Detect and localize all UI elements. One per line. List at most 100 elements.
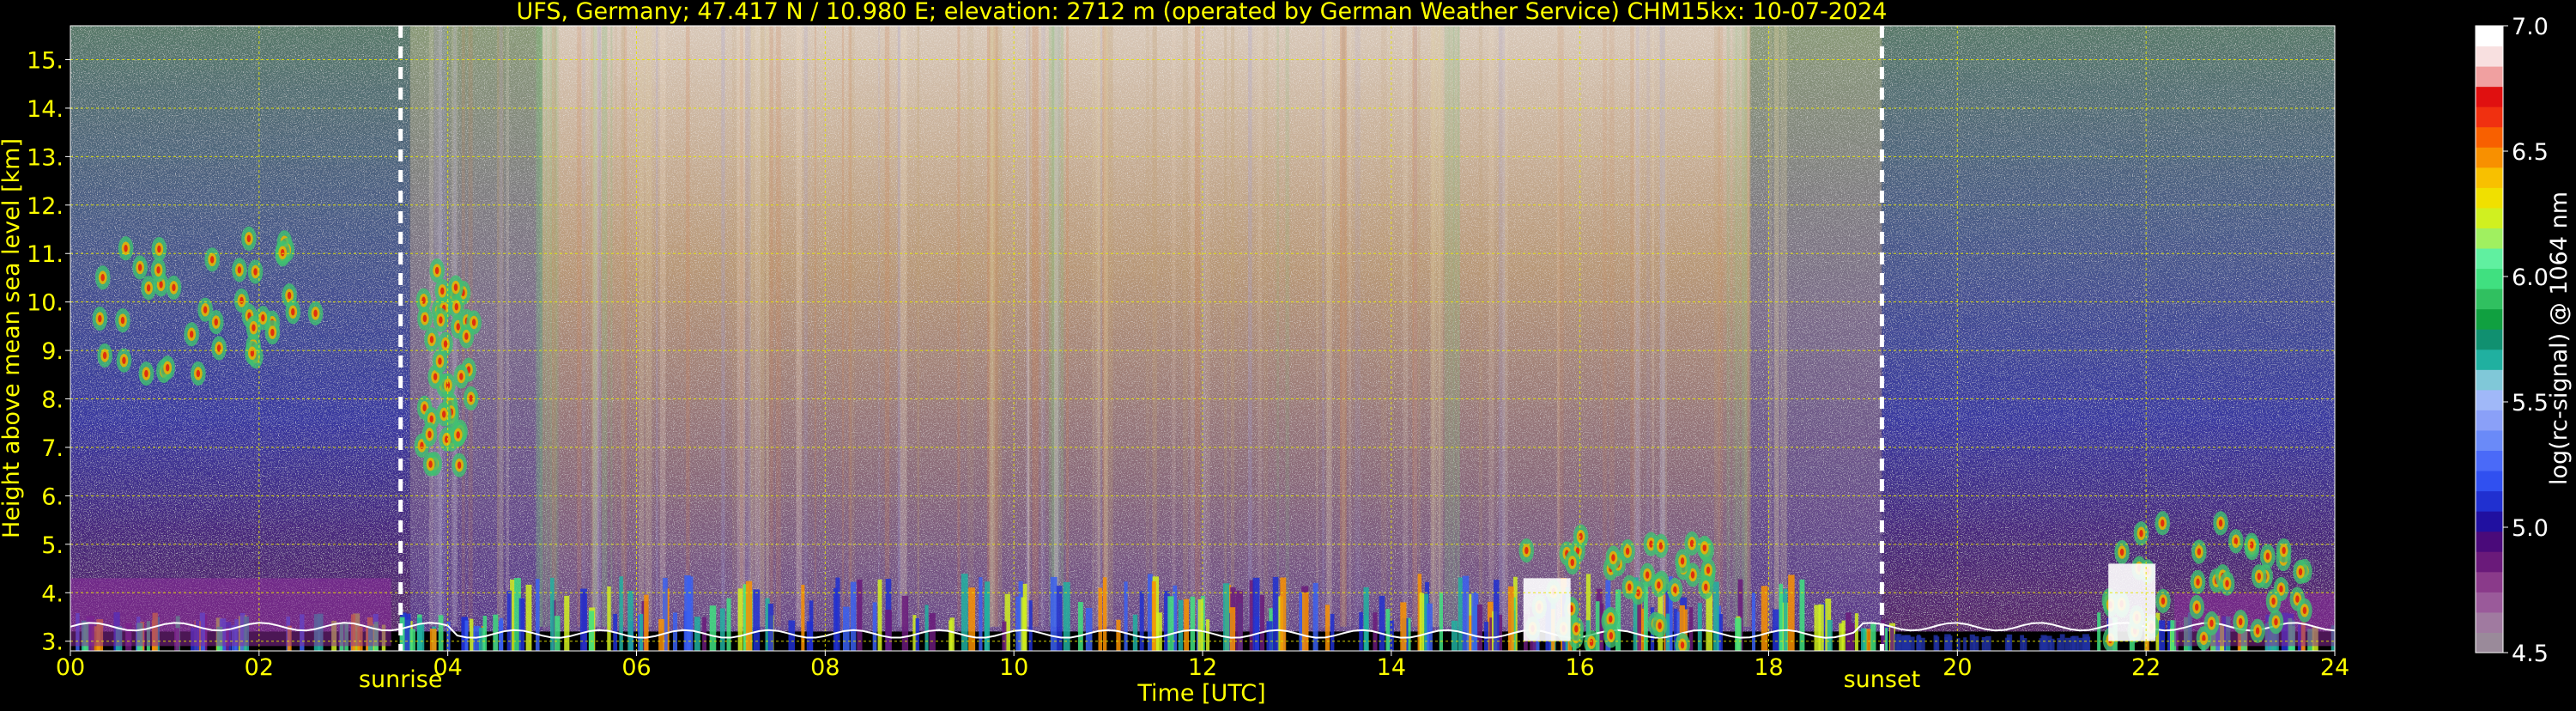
boundary-layer-column (809, 600, 814, 651)
colorbar-swatch (2476, 611, 2503, 633)
cloud-peak (469, 394, 473, 403)
boundary-layer-column (1712, 581, 1719, 651)
signal-streak (659, 26, 666, 627)
signal-streak (957, 26, 961, 627)
signal-streak (1194, 26, 1201, 627)
boundary-layer-column (1439, 592, 1443, 651)
colorbar-swatch (2476, 289, 2503, 310)
x-tick-label: 10 (999, 654, 1028, 681)
signal-streak (1418, 26, 1421, 627)
signal-streak (1438, 26, 1444, 627)
signal-streak (841, 26, 845, 627)
signal-streak (1203, 26, 1210, 627)
cloud-peak (1609, 632, 1614, 640)
boundary-layer-column (694, 617, 700, 651)
cloud-peak (2161, 520, 2165, 527)
x-tick-label: 16 (1565, 654, 1594, 681)
signal-streak (1097, 26, 1100, 627)
boundary-layer-column (1846, 612, 1852, 651)
signal-streak (582, 26, 586, 627)
x-tick-label: 24 (2320, 654, 2349, 681)
signal-streak (1735, 26, 1741, 627)
colorbar-tick-label: 4.5 (2512, 641, 2549, 667)
cloud-peak (137, 264, 142, 271)
boundary-layer-column (1222, 583, 1230, 651)
boundary-layer-column (1385, 608, 1391, 651)
signal-streak (1145, 26, 1149, 627)
boundary-layer-column (550, 577, 555, 651)
boundary-layer-column (901, 595, 909, 651)
signal-streak (545, 26, 549, 627)
cloud-peak (1680, 557, 1685, 565)
boundary-layer-column (684, 575, 691, 651)
cloud-peak (270, 328, 275, 337)
cloud-peak (2139, 530, 2143, 538)
cloud-peak (102, 351, 107, 360)
signal-streak (995, 26, 1003, 627)
signal-streak (1718, 26, 1724, 627)
y-axis: 3. 4. 5. 6. 7. 8. 9. 10. 11. 12. 13. 14. 15. (27, 48, 70, 656)
colorbar-swatch (2476, 248, 2503, 270)
boundary-layer-column (1379, 595, 1385, 651)
signal-streak (1066, 26, 1069, 627)
cloud-peak (1689, 539, 1694, 548)
signal-streak (1190, 26, 1195, 627)
colorbar-swatch (2476, 86, 2503, 107)
cloud-peak (429, 415, 433, 423)
signal-streak (1100, 26, 1102, 627)
signal-streak (900, 26, 907, 627)
boundary-layer-column (438, 615, 444, 651)
colorbar-swatch (2476, 106, 2503, 128)
cloud-peak (1579, 532, 1583, 540)
cloud-peak (2298, 568, 2303, 576)
boundary-layer-column (482, 616, 488, 651)
boundary-layer-column (2004, 637, 2011, 651)
boundary-layer-column (1706, 592, 1713, 651)
cloud-peak (1627, 583, 1632, 591)
colorbar-swatch (2476, 450, 2503, 471)
signal-streak (1172, 26, 1176, 627)
boundary-layer-column (1015, 596, 1021, 651)
cloud-peak (1657, 581, 1661, 589)
cloud-peak (2257, 573, 2261, 580)
boundary-layer-column (726, 598, 731, 651)
boundary-layer-column (644, 594, 649, 651)
boundary-layer-column (1324, 605, 1330, 651)
boundary-layer-column (1050, 576, 1058, 651)
boundary-layer-column (619, 576, 623, 651)
boundary-layer-column (1301, 592, 1309, 651)
signal-streak (814, 26, 816, 627)
cloud-peak (2196, 578, 2200, 586)
y-axis-label: Height above mean sea level [km] (0, 138, 25, 538)
cloud-peak (443, 340, 448, 348)
x-tick-label: 08 (810, 654, 839, 681)
cloud-peak (2271, 597, 2276, 605)
boundary-layer-column (1735, 617, 1742, 651)
boundary-layer-column (564, 595, 570, 651)
cloud-peak (203, 306, 208, 313)
colorbar-swatch (2476, 349, 2503, 370)
boundary-layer-column (518, 598, 525, 651)
boundary-layer-column (1077, 602, 1083, 651)
boundary-layer-column (1896, 637, 1901, 651)
signal-streak (624, 26, 627, 627)
signal-streak (656, 26, 658, 627)
cloud-peak (2295, 595, 2300, 603)
cloud-peak (2302, 606, 2307, 615)
boundary-layer-column (535, 579, 540, 651)
colorbar-swatch (2476, 490, 2503, 512)
signal-streak (1785, 26, 1788, 627)
cloud-peak (2195, 603, 2199, 611)
colorbar-label: log(rc-signal) @ 1064 nm (2546, 191, 2573, 485)
signal-streak (991, 26, 996, 627)
cloud-peak (172, 283, 176, 292)
boundary-layer-column (2082, 634, 2089, 651)
signal-streak (639, 26, 645, 627)
signal-streak (645, 26, 652, 627)
cloud-peak (214, 318, 218, 326)
signal-streak (731, 26, 736, 627)
cloud-peak (2279, 585, 2283, 593)
colorbar-swatch (2476, 551, 2503, 573)
cloud-peak (156, 266, 161, 274)
y-tick-label: 14. (27, 96, 64, 123)
